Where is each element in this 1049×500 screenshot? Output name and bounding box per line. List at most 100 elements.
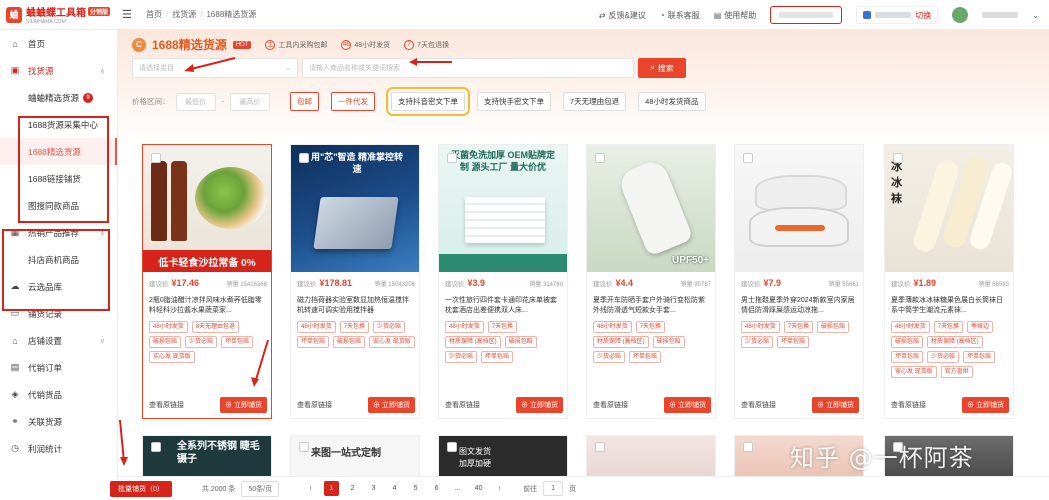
chip-7day-return[interactable]: 7天无理由包退 — [563, 92, 627, 111]
plus-circle-icon: ⊕ — [817, 402, 826, 409]
product-image[interactable]: 灭菌免洗加厚 OEM贴牌定制 源头工厂 量大价优 — [439, 145, 567, 272]
sidebar-item-home[interactable]: ⌂ 首页 — [0, 30, 117, 57]
sidebar-sub-selected-source[interactable]: 蛐蛐精选货源 9 — [0, 84, 117, 111]
page-button[interactable]: 1 — [324, 481, 340, 496]
select-checkbox[interactable] — [893, 153, 903, 163]
product-title[interactable]: 2瓶0脂油醋汁凉拌风味水煮荞低脂零料轻科沙拉酱水果蔬菜家... — [149, 296, 267, 316]
breadcrumb-find-source[interactable]: 找货源 — [172, 9, 196, 20]
page-button[interactable]: 2 — [345, 481, 360, 496]
view-original-link[interactable]: 查看原链接 — [891, 400, 926, 410]
select-checkbox[interactable] — [151, 442, 161, 452]
view-original-link[interactable]: 查看原链接 — [445, 400, 480, 410]
product-tag: 48小时发货 — [593, 321, 632, 333]
product-tags: 48小时发货 7天包换 材质保障 (高档区) 破损包赔 少货必赔 坏单包赔 — [593, 321, 713, 363]
chip-douyin-encrypted[interactable]: 支持抖音密文下单 — [386, 87, 470, 116]
product-title[interactable]: 磁力挡荷器实验室数显加热恒温搅拌机转速可调实验用搅拌器 — [297, 296, 415, 316]
sidebar-item-profit[interactable]: ◷ 利润统计 — [0, 435, 117, 462]
product-image[interactable] — [735, 145, 863, 272]
select-checkbox[interactable] — [299, 442, 309, 452]
product-card[interactable]: 低卡轻食沙拉常备 0% 建议价 ¥17.46 销量 15416368 2瓶0脂油醋汁… — [142, 144, 272, 419]
select-checkbox[interactable] — [299, 153, 309, 163]
page-button[interactable]: 6 — [429, 481, 444, 496]
feedback-link[interactable]: ⇄ 反馈&建议 — [599, 10, 646, 21]
price-label: 建议价 — [741, 281, 761, 288]
help-link[interactable]: ▤ 使用帮助 — [714, 10, 757, 21]
breadcrumb-home[interactable]: 首页 — [146, 9, 162, 20]
view-original-link[interactable]: 查看原链接 — [149, 400, 184, 410]
app-logo[interactable]: 蛐 蛐蛐蝶工具箱 分销版 SILAIHAMA.COM — [0, 0, 118, 30]
sidebar-item-goods[interactable]: ◈ 代销货品 — [0, 381, 117, 408]
select-checkbox[interactable] — [743, 153, 753, 163]
product-tag: 坏单包赔 — [963, 351, 996, 363]
batch-store-button[interactable]: 批量铺货（0） — [110, 480, 172, 497]
product-image-text: 灭菌免洗加厚 OEM贴牌定制 源头工厂 量大价优 — [450, 150, 555, 172]
chip-kuaishou-encrypted[interactable]: 支持快手密文下单 — [477, 92, 551, 111]
username-blur[interactable] — [982, 12, 1019, 18]
product-image[interactable]: 冰冰袜 — [885, 145, 1013, 272]
cube-icon: ◈ — [11, 389, 19, 399]
avatar[interactable] — [952, 7, 969, 23]
min-price-input[interactable]: 最低价 — [175, 92, 216, 111]
view-original-link[interactable]: 查看原链接 — [741, 400, 776, 410]
next-page-button[interactable]: › — [492, 481, 507, 496]
page-button[interactable]: 3 — [366, 481, 381, 496]
store-now-button[interactable]: ⊕ 立即铺货 — [368, 397, 415, 413]
select-checkbox[interactable] — [595, 442, 605, 452]
help-label: 使用帮助 — [724, 10, 757, 20]
sales-count: 销量 90787 — [680, 282, 711, 288]
product-tag: 8天无理由包退 — [191, 321, 240, 333]
keyword-input[interactable]: 请输入商品名称或关键词搜索 — [302, 58, 634, 78]
product-image[interactable]: 用"芯"智造 精准掌控转速 — [291, 145, 419, 272]
product-card[interactable]: 冰冰袜 建议价 ¥1.89 销量 66583 夏季薄款冰冰袜糖果色展白长筒袜日系中筒… — [884, 144, 1014, 419]
select-checkbox[interactable] — [595, 153, 605, 163]
page-button[interactable]: 40 — [471, 481, 486, 496]
chip-free-shipping[interactable]: 包邮 — [290, 92, 319, 111]
store-now-button[interactable]: ⊕ 立即铺货 — [220, 397, 267, 413]
chip-48h-ship[interactable]: 48小时发货商品 — [638, 92, 706, 111]
product-image[interactable]: UPF50+ — [587, 145, 715, 272]
view-original-link[interactable]: 查看原链接 — [297, 400, 332, 410]
product-card[interactable]: 用"芯"智造 精准掌控转速 建议价 ¥178.81 销量 15043206 磁力挡荷… — [290, 144, 420, 419]
product-title[interactable]: 男士拖鞋夏季外穿2024新款室内家居情侣防滑踩屎感运动凉拖... — [741, 296, 859, 316]
view-original-link[interactable]: 查看原链接 — [593, 400, 628, 410]
chip-dropship[interactable]: 一件代发 — [331, 92, 375, 111]
product-card[interactable]: UPF50+ 建议价 ¥4.4 销量 90787 夏季开车防晒手套户外骑行变松防紫外… — [586, 144, 716, 419]
select-checkbox[interactable] — [447, 442, 457, 452]
price-value: ¥4.4 — [615, 278, 634, 288]
category-select[interactable]: 请选择类目 ⌄ — [132, 58, 298, 78]
chevron-down-icon[interactable]: ⌄ — [1032, 11, 1039, 20]
product-title[interactable]: 夏季开车防晒手套户外骑行变松防紫外线防滑透气短款女手套... — [593, 296, 711, 316]
select-checkbox[interactable] — [151, 153, 161, 163]
store-now-button[interactable]: ⊕ 立即铺货 — [812, 397, 859, 413]
contact-link[interactable]: ◔ 联系客服 — [660, 10, 700, 21]
prev-page-button[interactable]: ‹ — [303, 481, 318, 496]
price-value: ¥7.9 — [763, 278, 782, 288]
store-now-button[interactable]: ⊕ 立即铺货 — [516, 397, 563, 413]
page-button[interactable]: 4 — [387, 481, 402, 496]
goto-page-input[interactable]: 1 — [543, 481, 564, 496]
store-now-button[interactable]: ⊕ 立即铺货 — [664, 397, 711, 413]
card-actions: 查看原链接 ⊕ 立即铺货 — [891, 397, 1009, 413]
product-title[interactable]: 夏季薄款冰冰袜糖果色展白长筒袜日系中筒学生潮流元素袜... — [891, 296, 1009, 316]
store-now-button[interactable]: ⊕ 立即铺货 — [962, 397, 1009, 413]
menu-toggle-icon[interactable]: ☰ — [122, 8, 136, 21]
account-box[interactable] — [770, 6, 843, 24]
product-card[interactable]: 建议价 ¥7.9 销量 55661 男士拖鞋夏季外穿2024新款室内家居情侣防滑踩屎… — [734, 144, 864, 419]
shop-switcher[interactable]: 切换 — [856, 6, 939, 24]
sidebar-item-orders[interactable]: ▤ 代销订单 — [0, 354, 117, 381]
product-title[interactable]: 一次性旅行四件套卡通印花床单被套枕套酒店出差便携双人床... — [445, 296, 563, 316]
feature-label: 7天包退换 — [417, 41, 450, 49]
select-checkbox[interactable] — [743, 442, 753, 452]
sidebar-item-store-settings[interactable]: ⌂ 店铺设置 ∨ — [0, 327, 117, 354]
sidebar-item-linked-source[interactable]: ⚭ 关联货源 — [0, 408, 117, 435]
product-image[interactable]: 低卡轻食沙拉常备 0% — [143, 145, 271, 272]
product-card[interactable]: 灭菌免洗加厚 OEM贴牌定制 源头工厂 量大价优 建议价 ¥3.9 销量 31478… — [438, 144, 568, 419]
keyword-placeholder: 请输入商品名称或关键词搜索 — [309, 65, 400, 72]
page-button[interactable]: 5 — [408, 481, 423, 496]
sidebar-item-find-source[interactable]: ▣ 找货源 ∧ — [0, 57, 117, 84]
select-checkbox[interactable] — [447, 153, 457, 163]
page-size-select[interactable]: 50条/页 — [241, 480, 280, 497]
switch-label[interactable]: 切换 — [915, 10, 931, 21]
max-price-input[interactable]: 最高价 — [230, 92, 270, 111]
search-button[interactable]: ⌕ 搜索 — [638, 58, 686, 78]
